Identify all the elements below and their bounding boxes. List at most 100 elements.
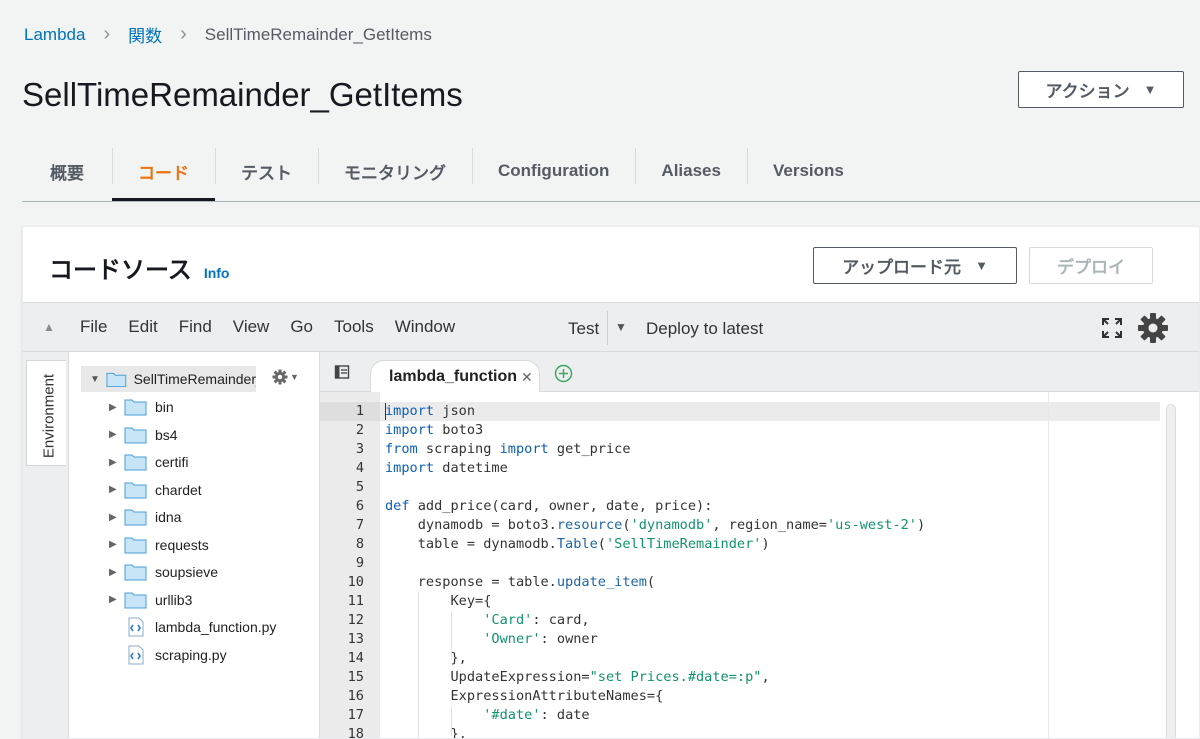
tree-settings[interactable]: ▼ [272, 369, 299, 385]
test-caret-down-icon[interactable]: ▼ [615, 320, 627, 334]
menu-find[interactable]: Find [179, 317, 212, 337]
tree-folder-label: soupsieve [155, 564, 219, 580]
line-number: 3 [355, 441, 364, 457]
deploy-to-latest-button[interactable]: Deploy to latest [646, 319, 763, 339]
close-icon[interactable]: ✕ [521, 369, 533, 386]
tree-root-label: SellTimeRemainder_ [133, 371, 256, 387]
folder-icon [124, 399, 147, 416]
tree-folder-chardet[interactable]: ▶ chardet [109, 479, 202, 501]
caret-down-icon: ▼ [975, 258, 988, 273]
collapsed-triangle-icon[interactable]: ▶ [109, 512, 121, 523]
tab-monitoring[interactable]: モニタリング [318, 142, 472, 200]
test-button[interactable]: Test [568, 319, 599, 339]
tree-file-scraping-py[interactable]: scraping.py [127, 644, 227, 666]
collapsed-triangle-icon[interactable]: ▶ [109, 567, 121, 578]
code-line: Key={ [385, 593, 492, 609]
tab-test[interactable]: テスト [215, 142, 318, 200]
code-line: '#date': date [483, 707, 590, 723]
folder-icon [124, 564, 147, 581]
fullscreen-icon[interactable] [1101, 317, 1123, 339]
environment-tab[interactable]: Environment [26, 360, 66, 466]
code-line: dynamodb = boto3.resource('dynamodb', re… [385, 517, 926, 533]
collapsed-triangle-icon[interactable]: ▶ [109, 539, 121, 550]
tree-file-label: lambda_function.py [155, 619, 277, 635]
folder-icon [124, 509, 147, 526]
environment-sidebar: Environment [23, 352, 69, 738]
code-line: import datetime [385, 460, 508, 476]
tree-file-lambda_function-py[interactable]: lambda_function.py [127, 616, 276, 638]
menu-go[interactable]: Go [290, 317, 313, 337]
editor-scrollbar[interactable] [1166, 404, 1176, 738]
tab-aliases[interactable]: Aliases [635, 142, 747, 200]
line-number: 9 [355, 555, 364, 571]
tree-folder-label: bs4 [155, 426, 178, 443]
code-line: from scraping import get_price [385, 441, 631, 457]
deploy-button[interactable]: デプロイ [1029, 247, 1153, 284]
breadcrumb-lambda[interactable]: Lambda [24, 25, 85, 45]
code-line: UpdateExpression="set Prices.#date=:p", [385, 669, 770, 685]
collapsed-triangle-icon[interactable]: ▶ [109, 429, 121, 440]
line-number: 5 [355, 479, 364, 495]
chevron-right-icon: › [180, 23, 187, 45]
menu-view[interactable]: View [233, 317, 270, 337]
line-number: 10 [347, 574, 364, 590]
function-tabs: 概要 コード テスト モニタリング Configuration Aliases … [22, 142, 1200, 202]
upload-from-button[interactable]: アップロード元 ▼ [813, 247, 1017, 284]
code-line: import boto3 [385, 422, 484, 438]
tree-folder-soupsieve[interactable]: ▶ soupsieve [109, 561, 218, 583]
menu-file[interactable]: File [80, 317, 107, 337]
tree-folder-certifi[interactable]: ▶ certifi [109, 451, 188, 473]
code-line: 'Card': card, [483, 612, 590, 628]
line-number: 6 [355, 498, 364, 514]
line-number: 18 [347, 726, 364, 739]
line-number: 17 [347, 707, 364, 723]
breadcrumb-functions[interactable]: 関数 [128, 22, 162, 47]
tab-overview[interactable]: 概要 [22, 142, 112, 200]
tree-folder-label: urllib3 [155, 591, 193, 608]
code-source-header: コードソース Info [49, 250, 229, 285]
tree-folder-bin[interactable]: ▶ bin [109, 396, 174, 418]
chevron-right-icon: › [103, 23, 111, 45]
tree-folder-bs4[interactable]: ▶ bs4 [109, 424, 178, 446]
line-number-gutter: 1 2 3 4 5 6 7 8 9 10 11 12 13 14 15 16 17 18 [320, 392, 380, 739]
collapsed-triangle-icon[interactable]: ▶ [109, 457, 121, 468]
breadcrumb: Lambda › 関数 › SellTimeRemainder_GetItems [24, 22, 432, 47]
folder-icon [124, 427, 147, 443]
tab-code[interactable]: コード [112, 142, 215, 201]
line-number: 8 [355, 536, 364, 552]
file-tree: ▼ SellTimeRemainder_ ▼ ▶ bin ▶ bs4 ▶ cer… [69, 352, 320, 738]
menu-window[interactable]: Window [395, 317, 455, 337]
tree-file-label: scraping.py [155, 647, 227, 663]
tree-folder-idna[interactable]: ▶ idna [109, 506, 181, 528]
code-line: table = dynamodb.Table('SellTimeRemainde… [385, 536, 770, 552]
tabs-menu-icon[interactable] [334, 364, 350, 380]
page-title: SellTimeRemainder_GetItems [22, 76, 463, 113]
menu-edit[interactable]: Edit [128, 317, 157, 337]
code-text-area[interactable]: import json import boto3 from scraping i… [380, 392, 1199, 738]
line-number: 12 [347, 612, 364, 628]
collapsed-triangle-icon[interactable]: ▶ [109, 402, 121, 413]
info-link[interactable]: Info [204, 265, 230, 281]
collapsed-triangle-icon[interactable]: ▶ [109, 484, 121, 495]
tree-root-folder[interactable]: ▼ SellTimeRemainder_ [81, 366, 256, 392]
tree-folder-urllib3[interactable]: ▶ urllib3 [109, 589, 192, 611]
editor-tab-label: lambda_function [389, 368, 518, 385]
add-tab-icon[interactable] [554, 364, 573, 383]
tab-configuration[interactable]: Configuration [472, 142, 635, 200]
environment-label: Environment [40, 373, 58, 459]
editor-tab-lambda-function[interactable]: lambda_function ✕ [370, 360, 540, 393]
tree-folder-requests[interactable]: ▶ requests [109, 534, 209, 556]
upload-button-label: アップロード元 [842, 258, 962, 277]
python-file-icon [128, 617, 144, 637]
menu-tools[interactable]: Tools [334, 317, 374, 337]
tree-folder-label: bin [155, 399, 174, 415]
collapsed-triangle-icon[interactable]: ▶ [109, 594, 121, 605]
tab-versions[interactable]: Versions [746, 142, 870, 200]
line-number: 11 [347, 593, 364, 609]
divider [607, 311, 608, 345]
gear-icon[interactable] [1137, 312, 1169, 344]
collapse-triangle-icon[interactable]: ▲ [43, 320, 59, 334]
actions-dropdown-button[interactable]: アクション ▼ [1018, 71, 1184, 108]
tree-folder-label: certifi [155, 454, 189, 470]
expanded-triangle-icon[interactable]: ▼ [90, 374, 100, 385]
